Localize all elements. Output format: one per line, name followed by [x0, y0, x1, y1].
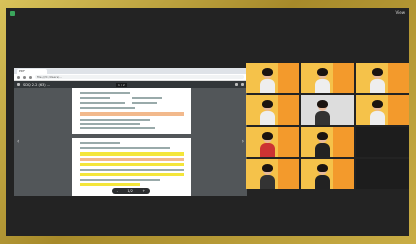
- zoom-out-button[interactable]: -: [117, 189, 118, 193]
- participant-tile[interactable]: [356, 159, 409, 189]
- participant-tile[interactable]: [246, 159, 299, 189]
- zoom-page-label: 1/2: [127, 189, 133, 193]
- pdf-page-1: [72, 88, 191, 134]
- meeting-topbar: View: [6, 8, 409, 18]
- page-indicator[interactable]: 1 / 2: [116, 82, 127, 87]
- pdf-toolbar: SDQ 2.2 (63) ... 1 / 2: [14, 81, 247, 88]
- participant-tile[interactable]: [356, 127, 409, 157]
- back-icon[interactable]: [17, 75, 20, 79]
- view-button[interactable]: View: [396, 10, 406, 15]
- participant-tile[interactable]: [301, 127, 354, 157]
- forward-icon[interactable]: [23, 75, 26, 79]
- print-icon[interactable]: [241, 83, 244, 86]
- browser-tab[interactable]: PDF: [17, 69, 47, 74]
- participant-tile[interactable]: [356, 95, 409, 125]
- participant-tile[interactable]: [301, 63, 354, 93]
- prev-page-icon[interactable]: ‹: [17, 138, 19, 145]
- shared-screen: PDF file:///C:/Users/... SDQ 2.2 (63) ..…: [14, 68, 247, 196]
- next-page-icon[interactable]: ›: [242, 138, 244, 145]
- participant-tile[interactable]: [246, 95, 299, 125]
- shield-icon[interactable]: [10, 10, 15, 16]
- participant-tile[interactable]: [356, 63, 409, 93]
- menu-icon[interactable]: [17, 83, 20, 86]
- participant-tile[interactable]: [301, 159, 354, 189]
- download-icon[interactable]: [235, 83, 238, 86]
- pdf-viewer[interactable]: ‹ › - 1/2 +: [14, 88, 247, 196]
- meeting-window: View PDF file:///C:/Users/... SDQ 2.2 (6…: [6, 8, 409, 236]
- participant-grid: [246, 63, 409, 205]
- participant-tile[interactable]: [246, 127, 299, 157]
- zoom-controls: - 1/2 +: [112, 188, 150, 194]
- url-field[interactable]: file:///C:/Users/...: [35, 75, 244, 79]
- reload-icon[interactable]: [29, 75, 32, 79]
- participant-tile[interactable]: [246, 63, 299, 93]
- address-bar: file:///C:/Users/...: [14, 74, 247, 81]
- pdf-title: SDQ 2.2 (63) ...: [23, 82, 51, 87]
- participant-tile[interactable]: [301, 95, 354, 125]
- zoom-in-button[interactable]: +: [142, 189, 145, 193]
